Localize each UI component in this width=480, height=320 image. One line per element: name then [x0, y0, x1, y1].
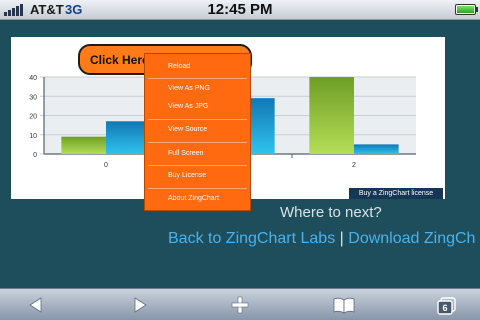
chart-context-menu: Reload View As PNG View As JPG View Sour…	[144, 53, 251, 211]
y-tick-label: 0	[33, 152, 37, 159]
forward-button[interactable]	[120, 289, 160, 320]
x-tick-label: 0	[104, 162, 108, 169]
where-next-heading: Where to next?	[280, 204, 382, 221]
menu-item-reload[interactable]: Reload	[145, 57, 250, 77]
y-tick-label: 10	[29, 133, 37, 140]
menu-item-about[interactable]: About ZingChart	[145, 189, 250, 209]
battery-icon	[455, 4, 476, 15]
pages-button[interactable]: 6	[428, 289, 468, 320]
status-bar: AT&T 3G 12:45 PM	[0, 0, 480, 20]
forward-arrow-icon	[134, 297, 147, 313]
link-separator: |	[339, 230, 344, 247]
menu-item-view-jpg[interactable]: View As JPG	[145, 97, 250, 117]
menu-item-buy-license[interactable]: Buy License	[145, 166, 250, 186]
menu-separator	[148, 142, 247, 143]
battery-tip	[476, 7, 478, 12]
add-bookmark-button[interactable]	[220, 289, 260, 320]
menu-item-full-screen[interactable]: Full Screen	[145, 144, 250, 164]
buy-license-badge[interactable]: Buy a ZingChart license	[349, 188, 443, 199]
links-row: Back to ZingChart Labs | Download ZingCh	[168, 230, 480, 248]
clock: 12:45 PM	[207, 1, 273, 18]
pages-count: 6	[442, 303, 447, 313]
bar	[354, 144, 399, 154]
menu-item-view-source[interactable]: View Source	[145, 120, 250, 140]
labs-link[interactable]: Back to ZingChart Labs	[168, 230, 335, 247]
bar	[61, 136, 106, 154]
x-tick-label: 2	[352, 162, 356, 169]
bookmarks-button[interactable]	[324, 289, 364, 320]
menu-item-view-png[interactable]: View As PNG	[145, 79, 250, 99]
download-link[interactable]: Download ZingCh	[348, 230, 475, 247]
browser-toolbar: 6	[0, 288, 480, 320]
add-plus-icon	[231, 296, 249, 314]
back-button[interactable]	[14, 289, 54, 320]
y-tick-label: 20	[29, 114, 37, 121]
y-tick-label: 40	[29, 75, 37, 82]
pages-icon: 6	[437, 297, 456, 315]
bookmarks-icon	[333, 297, 355, 314]
back-arrow-icon	[29, 297, 42, 313]
bar	[309, 77, 354, 154]
y-tick-label: 30	[29, 94, 37, 101]
